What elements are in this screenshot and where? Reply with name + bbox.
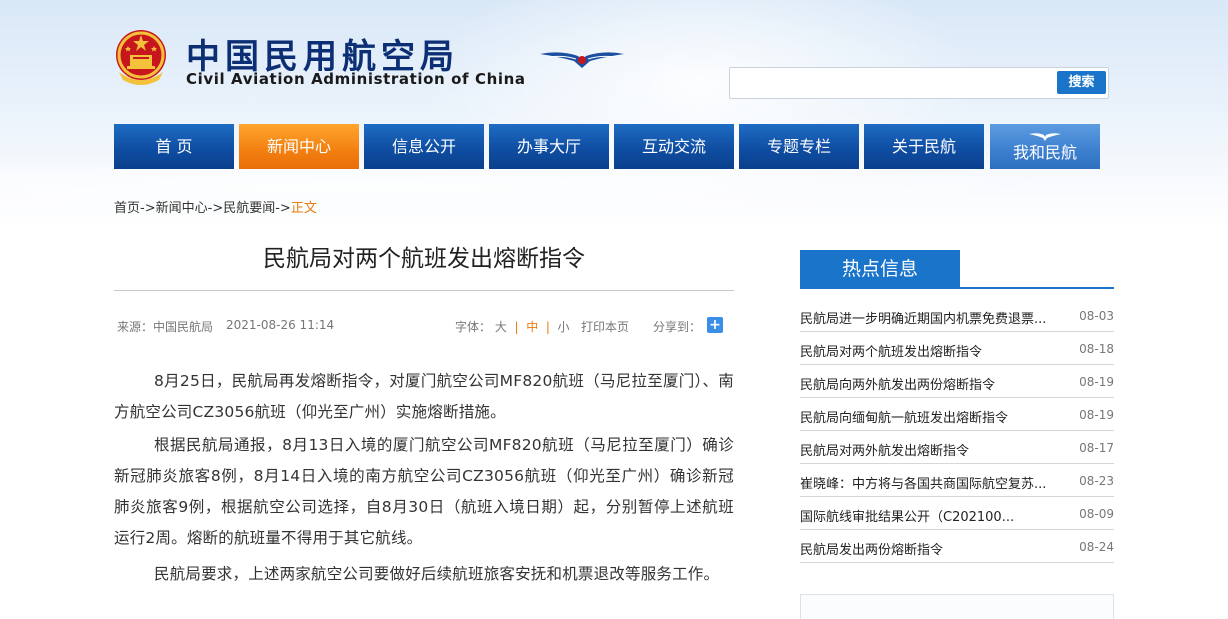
article-datetime: 2021-08-26 11:14: [226, 318, 335, 332]
font-size-small[interactable]: 小: [558, 320, 570, 334]
hot-info-item[interactable]: 民航局对两个航班发出熔断指令 08-18: [800, 332, 1114, 365]
share-plus-icon[interactable]: +: [707, 317, 723, 333]
hot-info-title: 国际航线审批结果公开（C202100...: [800, 510, 1015, 525]
hot-info-title: 民航局向缅甸航一航班发出熔断指令: [800, 411, 1009, 426]
source-value: 中国民航局: [153, 320, 214, 334]
caac-wings-logo-icon: [540, 52, 624, 68]
search-button[interactable]: 搜索: [1057, 71, 1106, 94]
share-label: 分享到：: [653, 320, 702, 334]
article-paragraph: 民航局要求，上述两家航空公司要做好后续航班旅客安抚和机票退改等服务工作。: [154, 565, 720, 583]
nav-item-about[interactable]: 关于民航: [864, 124, 984, 169]
hot-info-item[interactable]: 民航局向缅甸航一航班发出熔断指令 08-19: [800, 398, 1114, 431]
national-emblem-icon: [116, 30, 166, 85]
font-size-large[interactable]: 大: [495, 320, 507, 334]
font-separator: |: [545, 320, 550, 334]
breadcrumb-separator: ->: [207, 201, 224, 216]
hot-info-title: 崔晓峰：中方将与各国共商国际航空复苏...: [800, 477, 1047, 492]
hot-info-date: 08-23: [1079, 474, 1114, 488]
article-source: 来源：中国民航局: [117, 318, 213, 335]
hot-info-date: 08-24: [1079, 540, 1114, 554]
hot-info-date: 08-09: [1079, 507, 1114, 521]
plane-icon: [1029, 133, 1061, 141]
nav-item-home[interactable]: 首 页: [114, 124, 234, 169]
hot-info-title: 民航局对两个航班发出熔断指令: [800, 345, 983, 360]
article-paragraph: 8月25日，民航局再发熔断指令，对厦门航空公司MF820航班（马尼拉至厦门）、南…: [114, 372, 734, 421]
sidebar-panel: [800, 594, 1114, 619]
hot-info-item[interactable]: 民航局向两外航发出两份熔断指令 08-19: [800, 365, 1114, 398]
nav-item-news-center[interactable]: 新闻中心: [239, 124, 359, 169]
hot-info-underline: [800, 287, 1114, 289]
font-size-medium[interactable]: 中: [526, 320, 538, 334]
source-label: 来源：: [117, 320, 154, 334]
main-nav: 首 页 新闻中心 信息公开 办事大厅 互动交流 专题专栏 关于民航 我和民航: [114, 124, 1100, 169]
hot-info-heading: 热点信息: [800, 250, 960, 288]
hot-info-date: 08-19: [1079, 408, 1114, 422]
font-separator: |: [514, 320, 519, 334]
breadcrumb-news-center[interactable]: 新闻中心: [156, 201, 208, 216]
hot-info-date: 08-18: [1079, 342, 1114, 356]
hot-info-title: 民航局向两外航发出两份熔断指令: [800, 378, 996, 393]
nav-item-special-topics[interactable]: 专题专栏: [739, 124, 859, 169]
search-input[interactable]: [734, 71, 1054, 95]
font-size-controls: 字体： 大 | 中 | 小 打印本页: [455, 318, 629, 335]
hot-info-item[interactable]: 民航局对两外航发出熔断指令 08-17: [800, 431, 1114, 464]
hot-info-title: 民航局发出两份熔断指令: [800, 543, 944, 558]
hot-info-date: 08-17: [1079, 441, 1114, 455]
breadcrumb-separator: ->: [140, 201, 156, 216]
nav-item-me-and-aviation[interactable]: 我和民航: [990, 124, 1100, 169]
nav-item-info-disclosure[interactable]: 信息公开: [364, 124, 484, 169]
font-size-label: 字体：: [455, 320, 492, 334]
breadcrumb-news[interactable]: 民航要闻: [223, 201, 275, 216]
breadcrumb-separator: ->: [275, 201, 291, 216]
search-box: 搜索: [729, 67, 1109, 99]
hot-info-item[interactable]: 民航局进一步明确近期国内机票免费退票... 08-03: [800, 299, 1114, 332]
article-paragraph: 根据民航局通报，8月13日入境的厦门航空公司MF820航班（马尼拉至厦门）确诊新…: [114, 436, 734, 547]
header-background: [0, 0, 1228, 230]
nav-item-interaction[interactable]: 互动交流: [614, 124, 734, 169]
hot-info-title: 民航局对两外航发出熔断指令: [800, 444, 970, 459]
hot-info-title: 民航局进一步明确近期国内机票免费退票...: [800, 312, 1047, 327]
hot-info-item[interactable]: 民航局发出两份熔断指令 08-24: [800, 530, 1114, 563]
hot-info-item[interactable]: 崔晓峰：中方将与各国共商国际航空复苏... 08-23: [800, 464, 1114, 497]
hot-info-item[interactable]: 国际航线审批结果公开（C202100... 08-09: [800, 497, 1114, 530]
hot-info-date: 08-03: [1079, 309, 1114, 323]
nav-item-service-hall[interactable]: 办事大厅: [489, 124, 609, 169]
article-title: 民航局对两个航班发出熔断指令: [263, 246, 585, 272]
nav-item-label: 我和民航: [1012, 143, 1077, 162]
breadcrumb: 首页->新闻中心->民航要闻->正文: [114, 197, 317, 216]
title-divider: [114, 290, 734, 291]
site-title-en: Civil Aviation Administration of China: [186, 70, 526, 88]
print-page-link[interactable]: 打印本页: [581, 320, 629, 334]
breadcrumb-current: 正文: [290, 201, 317, 216]
hot-info-date: 08-19: [1079, 375, 1114, 389]
breadcrumb-home[interactable]: 首页: [114, 201, 140, 216]
